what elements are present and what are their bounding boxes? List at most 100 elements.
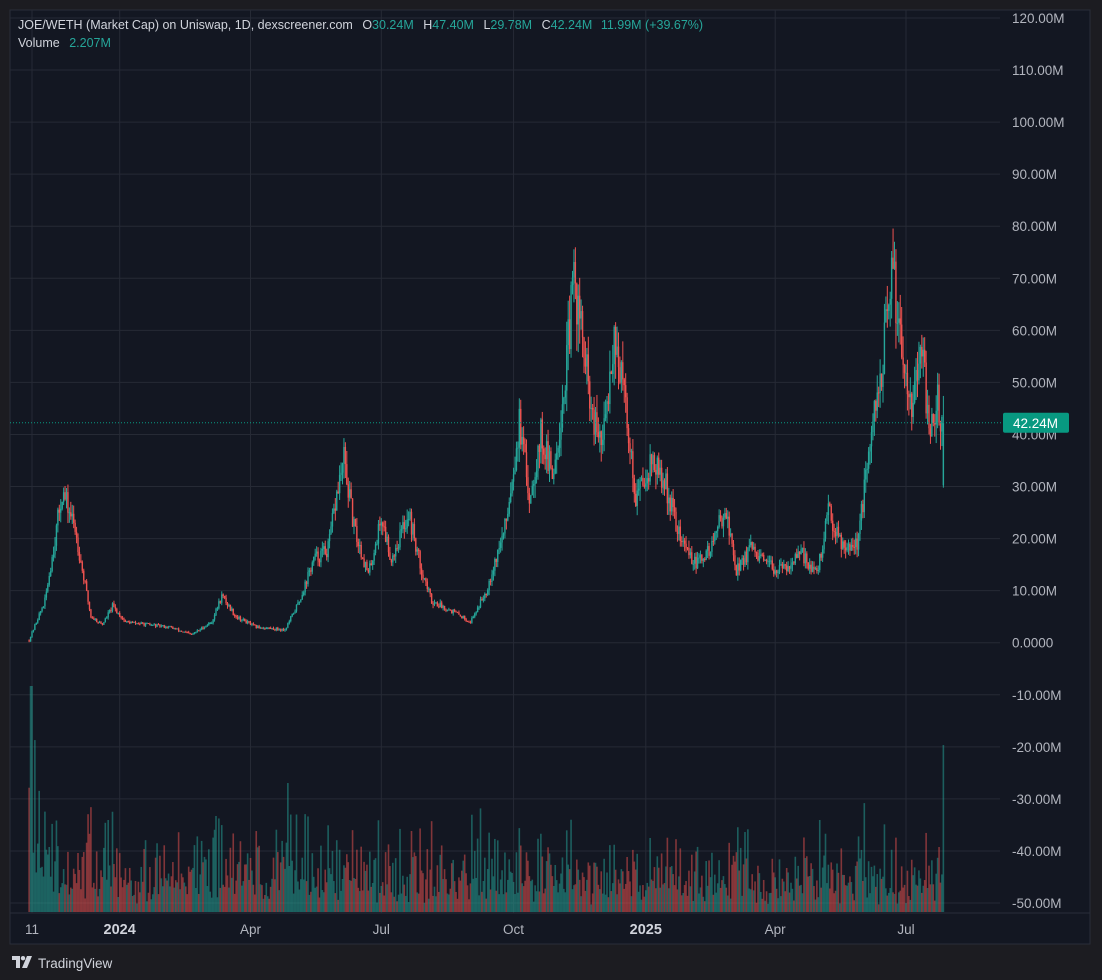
candle-body	[800, 549, 802, 555]
candle-body	[422, 574, 424, 579]
candle-body	[308, 570, 311, 573]
volume-bar	[637, 891, 640, 912]
candle-body	[282, 628, 285, 631]
volume-bar	[541, 856, 544, 912]
volume-bar	[381, 882, 384, 912]
volume-bar	[508, 859, 511, 912]
volume-bar	[915, 884, 917, 912]
volume-bar	[778, 859, 781, 912]
candle-body	[520, 408, 522, 445]
volume-bar	[811, 868, 814, 912]
candle-body	[162, 625, 164, 627]
candle-body	[522, 436, 525, 445]
volume-bar	[672, 874, 674, 912]
volume-bar	[279, 862, 282, 912]
candle-body	[653, 455, 656, 470]
volume-bar	[199, 874, 201, 912]
volume-bar	[417, 893, 420, 912]
volume-bar	[703, 901, 706, 912]
candle-body	[139, 623, 141, 625]
chart-container[interactable]: 120.00M 110.00M 100.00M 90.00M 80.00M 70.00M 6…	[0, 0, 1102, 980]
candle-body	[502, 533, 505, 536]
volume-bar	[371, 882, 374, 912]
candle-body	[346, 464, 348, 485]
candle-body	[742, 558, 745, 565]
candle-body	[130, 622, 132, 624]
low-value: 29.78M	[490, 18, 532, 32]
candle-body	[376, 543, 378, 545]
volume-bar	[547, 847, 549, 912]
volume-bar	[494, 838, 496, 912]
candle-body	[72, 513, 75, 523]
volume-bar	[926, 887, 929, 912]
candle-body	[93, 618, 95, 620]
volume-bar	[360, 846, 362, 912]
candle-body	[798, 551, 801, 555]
candle-body	[399, 530, 401, 548]
volume-bar	[88, 833, 91, 912]
candle-body	[301, 594, 303, 600]
volume-bar	[84, 898, 86, 912]
candle-body	[829, 503, 831, 507]
volume-bar	[346, 854, 348, 912]
volume-bar	[801, 893, 804, 912]
volume-bar	[389, 866, 391, 912]
candle-body	[612, 364, 614, 374]
volume-bar	[157, 894, 160, 912]
candle-body	[472, 616, 475, 619]
volume-bar	[55, 820, 58, 912]
volume-bar	[910, 859, 913, 912]
candle-body	[62, 492, 65, 502]
chart-svg[interactable]: 120.00M 110.00M 100.00M 90.00M 80.00M 70.00M 6…	[0, 0, 1102, 950]
candle-body	[440, 602, 443, 608]
volume-bar	[341, 878, 344, 912]
candle-body	[469, 622, 472, 624]
volume-bar	[726, 895, 729, 912]
candle-body	[935, 410, 937, 425]
volume-bar	[645, 890, 647, 912]
candle-body	[248, 621, 250, 623]
volume-bar	[564, 892, 567, 912]
volume-bar	[847, 882, 850, 912]
volume-bar	[762, 879, 765, 912]
volume-bar	[143, 848, 145, 912]
branding[interactable]: TradingView	[12, 950, 112, 976]
volume-bar	[553, 885, 555, 912]
volume-bar	[542, 893, 545, 912]
candle-body	[61, 501, 63, 509]
volume-bar	[887, 892, 890, 912]
candle-body	[71, 513, 73, 517]
volume-bar	[370, 886, 373, 912]
volume-bar	[728, 842, 730, 912]
candle-body	[81, 562, 84, 571]
y-tick-label: 120.00M	[1012, 11, 1065, 26]
volume-bar	[882, 876, 884, 912]
volume-bar	[544, 888, 546, 912]
volume-bar	[783, 881, 785, 912]
volume-bar	[496, 840, 499, 912]
candle-body	[425, 578, 427, 582]
candle-body	[778, 565, 781, 573]
volume-bar	[852, 893, 854, 912]
volume-bar	[64, 884, 66, 912]
candle-body	[678, 526, 680, 534]
volume-bar	[941, 874, 943, 912]
volume-bar	[351, 830, 354, 912]
volume-bar	[141, 881, 144, 912]
candle-body	[85, 581, 88, 591]
candle-body	[232, 608, 234, 615]
candle-body	[402, 522, 404, 530]
candle-body	[379, 524, 381, 526]
candle-body	[532, 483, 535, 486]
volume-bar	[850, 882, 853, 912]
volume-bar	[256, 847, 259, 912]
volume-bar	[350, 880, 352, 912]
candle-body	[639, 480, 641, 489]
candle-body	[262, 628, 265, 630]
candle-body	[811, 566, 814, 572]
candle-body	[840, 534, 843, 549]
candle-body	[180, 630, 183, 632]
candle-body	[757, 552, 759, 561]
volume-bar	[643, 896, 646, 912]
volume-bar	[524, 880, 526, 912]
